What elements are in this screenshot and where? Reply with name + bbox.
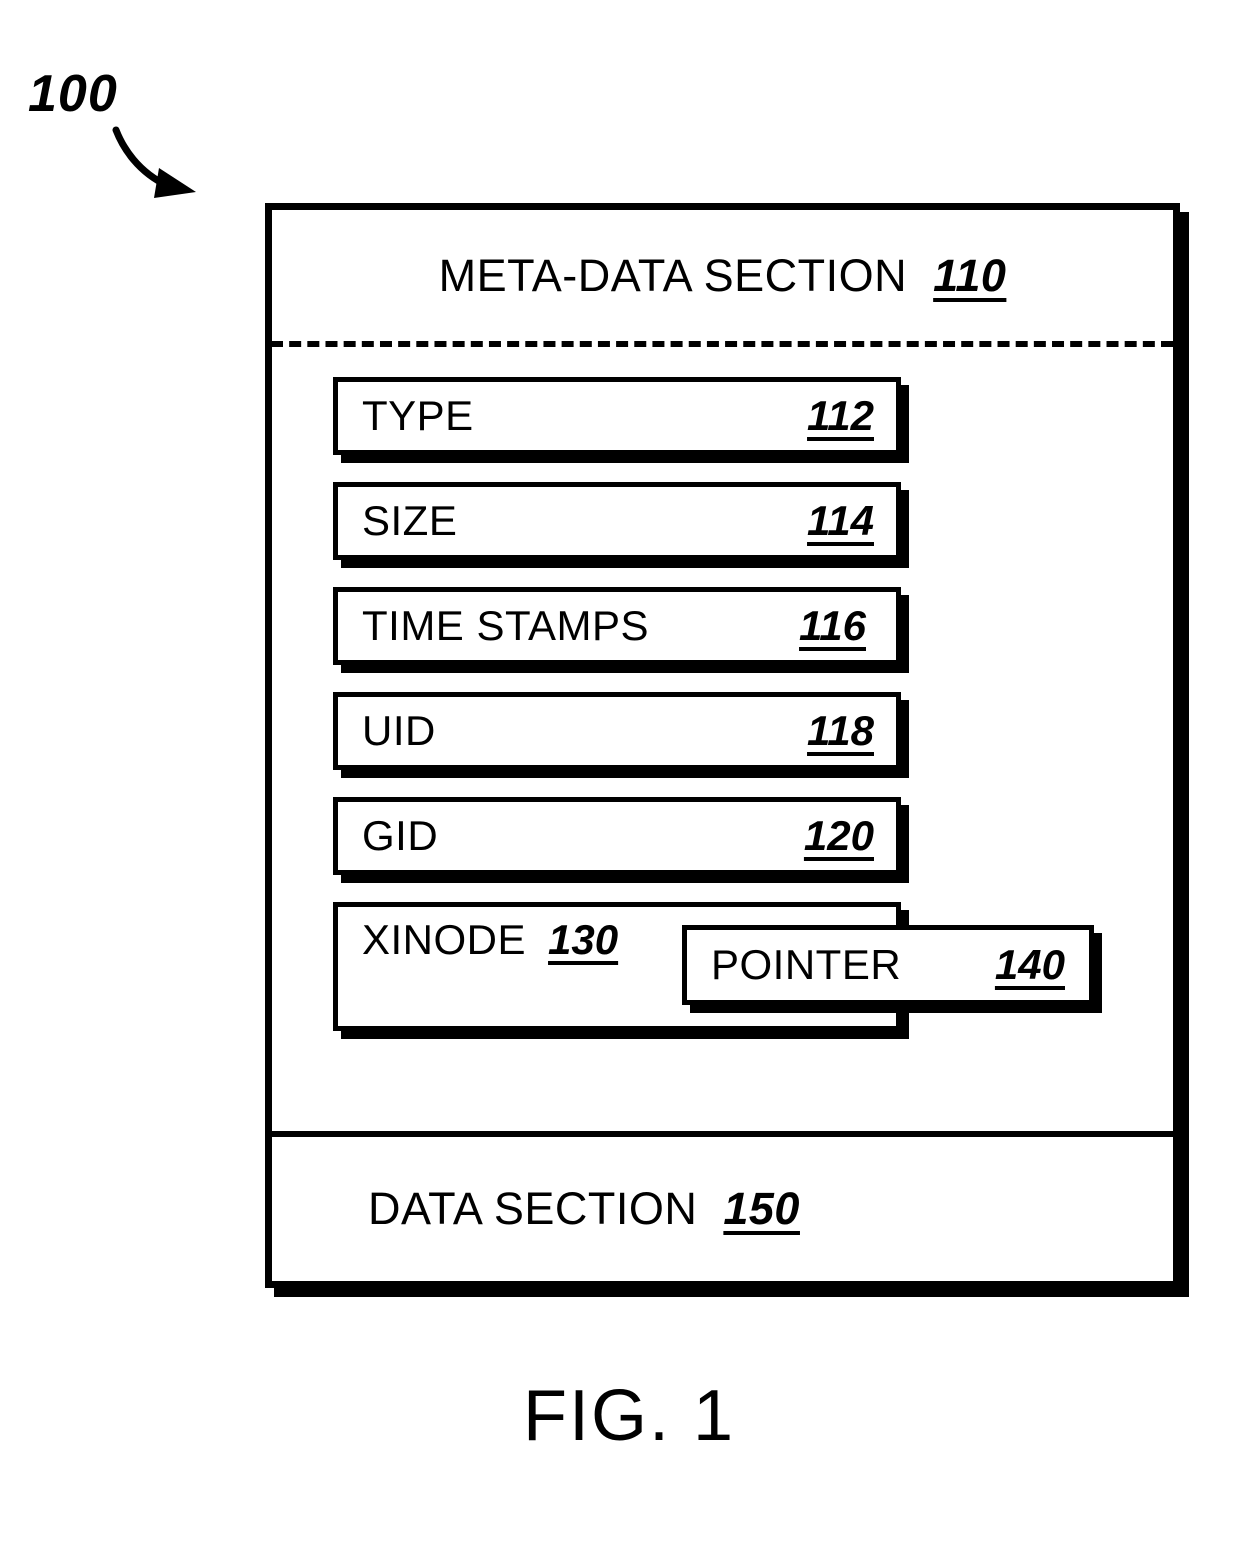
field-xinode: XINODE 130 POINTER 140 xyxy=(333,902,1094,1031)
meta-data-section-label: META-DATA SECTION xyxy=(438,249,908,301)
field-size: SIZE 114 xyxy=(333,482,901,560)
field-uid-ref: 118 xyxy=(807,707,874,754)
field-xinode-label: XINODE xyxy=(362,916,527,963)
meta-data-section-ref: 110 xyxy=(933,249,1007,301)
callout-arrow-icon xyxy=(112,126,196,198)
meta-data-field-list: TYPE 112 SIZE 114 TIME STAMPS 116 UID 11… xyxy=(333,377,1094,1058)
field-pointer: POINTER 140 xyxy=(682,925,1094,1005)
field-pointer-ref: 140 xyxy=(994,941,1065,988)
data-section-title: DATA SECTION 150 xyxy=(368,1183,800,1235)
field-size-label: SIZE xyxy=(362,497,458,544)
field-gid-ref: 120 xyxy=(803,812,874,859)
figure-caption: FIG. 1 xyxy=(522,1376,736,1456)
data-section: DATA SECTION 150 xyxy=(272,1137,1173,1281)
field-gid: GID 120 xyxy=(333,797,901,875)
field-uid: UID 118 xyxy=(333,692,901,770)
field-xinode-ref: 130 xyxy=(548,916,619,963)
field-type: TYPE 112 xyxy=(333,377,901,455)
meta-data-section-title: META-DATA SECTION 110 xyxy=(439,250,1007,302)
figure-callout: 100 xyxy=(28,68,258,218)
field-size-ref: 114 xyxy=(807,497,874,544)
field-uid-label: UID xyxy=(362,707,436,754)
field-time-stamps-label: TIME STAMPS xyxy=(362,602,650,649)
meta-data-section-header: META-DATA SECTION 110 xyxy=(272,210,1173,341)
field-type-label: TYPE xyxy=(362,392,474,439)
field-time-stamps-ref: 116 xyxy=(799,602,866,649)
field-type-ref: 112 xyxy=(807,392,874,439)
field-gid-label: GID xyxy=(362,812,439,859)
data-section-ref: 150 xyxy=(723,1183,800,1234)
field-xinode-heading: XINODE 130 xyxy=(362,916,618,964)
field-pointer-label: POINTER xyxy=(711,940,902,988)
inode-structure-box: META-DATA SECTION 110 TYPE 112 SIZE 114 … xyxy=(265,203,1180,1288)
data-section-label: DATA SECTION xyxy=(368,1183,698,1234)
field-time-stamps: TIME STAMPS 116 xyxy=(333,587,901,665)
meta-data-dashed-divider xyxy=(271,341,1173,347)
